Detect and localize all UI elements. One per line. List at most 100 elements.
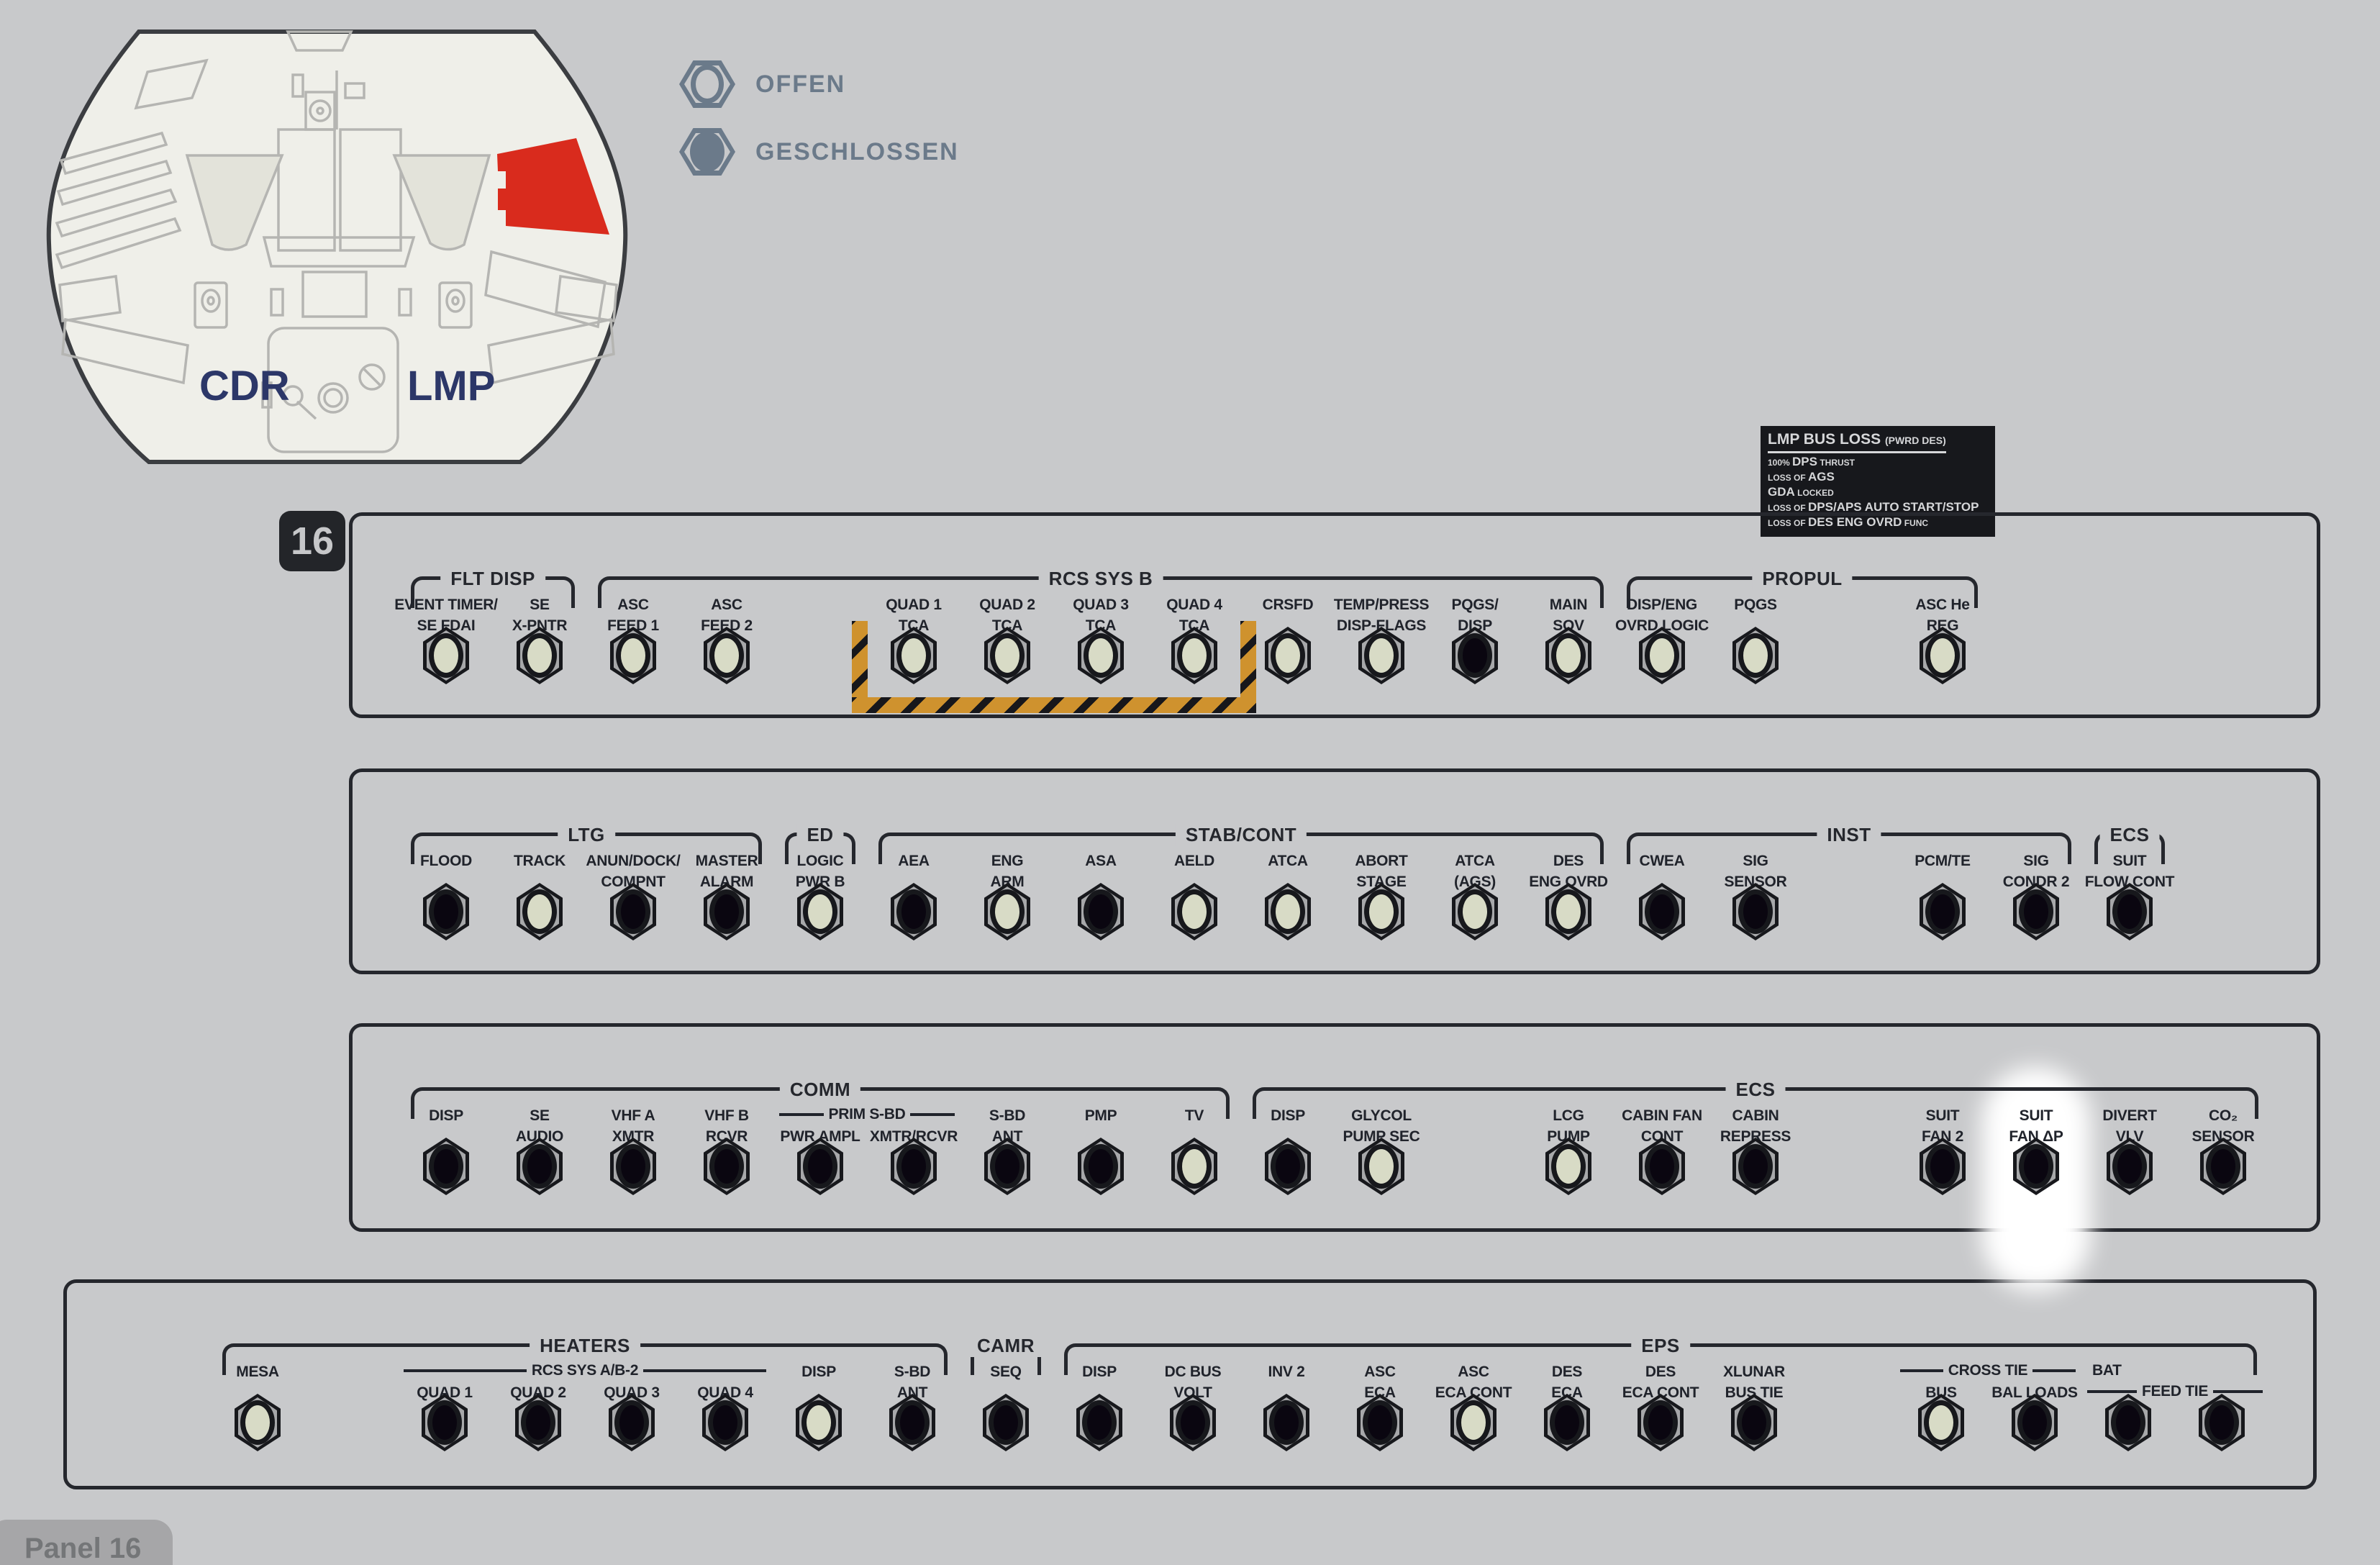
- breaker-pwr-ampl[interactable]: [797, 1138, 843, 1195]
- breaker-des-eca[interactable]: [1544, 1394, 1590, 1451]
- breaker-asc-eca[interactable]: [1357, 1394, 1403, 1451]
- breaker-anun-dock-compnt[interactable]: [610, 883, 656, 940]
- breaker-se-x-pntr[interactable]: [517, 627, 563, 684]
- breaker-lcg-pump[interactable]: [1545, 1138, 1591, 1195]
- breaker-tv[interactable]: [1171, 1138, 1217, 1195]
- breaker-co-sensor[interactable]: [2200, 1138, 2246, 1195]
- breaker-asc-eca-cont[interactable]: [1450, 1394, 1496, 1451]
- breaker-quad-4-tca[interactable]: [1171, 627, 1217, 684]
- breaker-cabin-repress[interactable]: [1732, 1138, 1779, 1195]
- breaker-suit-flow-cont[interactable]: [2107, 883, 2153, 940]
- breaker-cell-sig-sensor: SIG SENSOR: [1709, 772, 1802, 971]
- breaker-state-closed: [1742, 1405, 1766, 1440]
- breaker-state-closed: [1463, 638, 1487, 673]
- breaker-logic-pwr-b[interactable]: [797, 883, 843, 940]
- breaker-xlunar-bus-tie[interactable]: [1731, 1394, 1777, 1451]
- breaker-mesa[interactable]: [235, 1394, 281, 1451]
- breaker-cell-quad-4-tca: QUAD 4 TCA: [1148, 516, 1241, 715]
- breaker-asc-feed-1[interactable]: [610, 627, 656, 684]
- breaker-disp[interactable]: [796, 1394, 842, 1451]
- breaker-label: ASC: [617, 596, 649, 613]
- breaker-quad-1-tca[interactable]: [891, 627, 937, 684]
- breaker-vhf-a-xmtr[interactable]: [610, 1138, 656, 1195]
- breaker-flood[interactable]: [423, 883, 469, 940]
- breaker-disp[interactable]: [1265, 1138, 1311, 1195]
- breaker-label: SIG: [1743, 853, 1768, 869]
- breaker-quad-2-tca[interactable]: [984, 627, 1030, 684]
- breaker-cell-asa: ASA: [1054, 772, 1148, 971]
- breaker-sig-condr-2[interactable]: [2013, 883, 2059, 940]
- breaker-des-eca-cont[interactable]: [1638, 1394, 1684, 1451]
- breaker-cwea[interactable]: [1639, 883, 1685, 940]
- breaker-event-timer-se-fdai[interactable]: [423, 627, 469, 684]
- breaker-state-open: [1743, 638, 1768, 673]
- breaker-quad-2[interactable]: [515, 1394, 561, 1451]
- breaker-crsfd[interactable]: [1265, 627, 1311, 684]
- breaker-cell-bus: BUS: [1894, 1283, 1988, 1486]
- breaker-temp-press-disp-flags[interactable]: [1358, 627, 1404, 684]
- breaker-label: PQGS: [1734, 596, 1777, 613]
- breaker-cell-des-eng-ovrd: DES ENG OVRD: [1522, 772, 1615, 971]
- breaker-s-bd-ant[interactable]: [889, 1394, 935, 1451]
- breaker-disp[interactable]: [423, 1138, 469, 1195]
- breaker-state-closed: [434, 894, 458, 929]
- breaker-cell-pwr-ampl: PWR AMPL: [773, 1027, 867, 1228]
- breaker-quad-1[interactable]: [422, 1394, 468, 1451]
- footer-panel-tab: Panel 16: [0, 1520, 173, 1565]
- breaker-suit-fan-2[interactable]: [1920, 1138, 1966, 1195]
- breaker-main-sov[interactable]: [1545, 627, 1591, 684]
- breaker-cell-master-alarm: MASTER ALARM: [680, 772, 773, 971]
- breaker-cell-sig-condr-2: SIG CONDR 2: [1989, 772, 2083, 971]
- breaker-sig-sensor[interactable]: [1732, 883, 1779, 940]
- breaker-inv-2[interactable]: [1263, 1394, 1309, 1451]
- breaker-aeld[interactable]: [1171, 883, 1217, 940]
- breaker-s-bd-ant[interactable]: [984, 1138, 1030, 1195]
- callout-line: GDA LOCKED: [1768, 485, 1834, 499]
- breaker-bat-feed-tie-a[interactable]: [2105, 1394, 2151, 1451]
- breaker-se-audio[interactable]: [517, 1138, 563, 1195]
- breaker-vhf-b-rcvr[interactable]: [704, 1138, 750, 1195]
- breaker-state-open: [995, 638, 1019, 673]
- breaker-asa[interactable]: [1078, 883, 1124, 940]
- breaker-xmtr-rcvr[interactable]: [891, 1138, 937, 1195]
- breaker-state-open: [808, 894, 832, 929]
- breaker-label: S-BD: [989, 1107, 1026, 1124]
- breaker-state-open: [1369, 894, 1394, 929]
- breaker-track[interactable]: [517, 883, 563, 940]
- breaker-cell-quad-3-tca: QUAD 3 TCA: [1054, 516, 1148, 715]
- breaker-pmp[interactable]: [1078, 1138, 1124, 1195]
- breaker-atca[interactable]: [1265, 883, 1311, 940]
- open-breaker-icon: [679, 60, 735, 108]
- breaker-bus[interactable]: [1918, 1394, 1964, 1451]
- breaker-disp-eng-ovrd-logic[interactable]: [1639, 627, 1685, 684]
- breaker-state-closed: [1648, 1405, 1673, 1440]
- breaker-dc-bus-volt[interactable]: [1170, 1394, 1216, 1451]
- breaker-quad-3[interactable]: [609, 1394, 655, 1451]
- breaker-eng-arm[interactable]: [984, 883, 1030, 940]
- breaker-cell-pqgs-disp: PQGS/DISP: [1428, 516, 1522, 715]
- breaker-quad-4[interactable]: [702, 1394, 748, 1451]
- breaker-abort-stage[interactable]: [1358, 883, 1404, 940]
- breaker-aea[interactable]: [891, 883, 937, 940]
- breaker-pqgs[interactable]: [1732, 627, 1779, 684]
- breaker-atca-ags[interactable]: [1452, 883, 1498, 940]
- breaker-asc-he-reg[interactable]: [1920, 627, 1966, 684]
- breaker-pcm-te[interactable]: [1920, 883, 1966, 940]
- breaker-cabin-fan-cont[interactable]: [1639, 1138, 1685, 1195]
- breaker-quad-3-tca[interactable]: [1078, 627, 1124, 684]
- breaker-bat-feed-tie-b[interactable]: [2199, 1394, 2245, 1451]
- breaker-pqgs-disp[interactable]: [1452, 627, 1498, 684]
- breaker-des-eng-ovrd[interactable]: [1545, 883, 1591, 940]
- breaker-disp[interactable]: [1076, 1394, 1122, 1451]
- breaker-glycol-pump-sec[interactable]: [1358, 1138, 1404, 1195]
- breaker-suit-fan-p[interactable]: [2013, 1138, 2059, 1195]
- breaker-label: AEA: [898, 853, 930, 869]
- breaker-label: S-BD: [894, 1364, 931, 1380]
- breaker-seq[interactable]: [983, 1394, 1029, 1451]
- breaker-divert-vlv[interactable]: [2107, 1138, 2153, 1195]
- cb-row-2: LTG ED STAB/CONT INST ECS FLOOD TRACK ANUN/DOCK…: [349, 768, 2320, 974]
- breaker-bal-loads[interactable]: [2012, 1394, 2058, 1451]
- breaker-master-alarm[interactable]: [704, 883, 750, 940]
- breaker-asc-feed-2[interactable]: [704, 627, 750, 684]
- breaker-state-closed: [619, 1405, 644, 1440]
